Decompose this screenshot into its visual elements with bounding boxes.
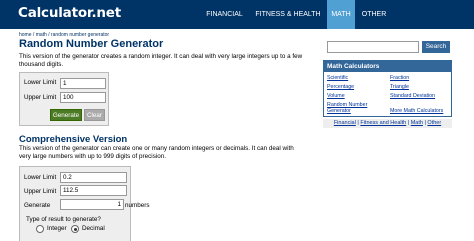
search-input[interactable] — [327, 41, 419, 53]
upper-limit-input[interactable]: 112.5 — [60, 185, 127, 196]
footer-link-financial[interactable]: Financial — [334, 120, 356, 126]
footer-link-math[interactable]: Math — [411, 120, 423, 126]
link-scientific[interactable]: Scientific — [327, 75, 348, 81]
link-generator[interactable]: Generator — [327, 108, 351, 114]
decimal-option-label[interactable]: Decimal — [82, 225, 105, 232]
generate-count-input[interactable]: 1 — [60, 199, 124, 210]
top-navigation-bar: Calculator.net FINANCIAL FITNESS & HEALT… — [0, 0, 474, 29]
link-more-math-calculators[interactable]: More Math Calculators — [390, 108, 443, 114]
decimal-radio[interactable] — [71, 225, 79, 233]
sidebar-category-links: Financial | Fitness and Health | Math | … — [323, 119, 452, 128]
nav-fitness-health[interactable]: FITNESS & HEALTH — [253, 0, 323, 29]
link-triangle[interactable]: Triangle — [390, 84, 409, 90]
generate-button[interactable]: Generate — [50, 109, 82, 121]
lower-limit-input[interactable]: 1 — [60, 78, 106, 89]
comprehensive-generator-panel: Lower Limit 0.2 Upper Limit 112.5 Genera… — [19, 166, 150, 241]
generate-count-label: Generate — [24, 202, 51, 209]
page-description: This version of the generator creates a … — [19, 53, 303, 69]
page-title: Random Number Generator — [19, 38, 164, 50]
clear-button[interactable]: Clear — [84, 109, 105, 121]
upper-limit-label: Upper Limit — [24, 94, 57, 101]
simple-generator-panel: Lower Limit 1 Upper Limit 100 Generate C… — [19, 72, 109, 126]
nav-math[interactable]: MATH — [327, 0, 355, 29]
link-volume[interactable]: Volume — [327, 93, 345, 99]
comprehensive-description: This version of the generator can create… — [19, 145, 294, 161]
footer-link-fitness-health[interactable]: Fitness and Health — [360, 120, 406, 126]
integer-option-label[interactable]: Integer — [47, 225, 67, 232]
footer-link-other[interactable]: Other — [427, 120, 441, 126]
integer-radio[interactable] — [36, 225, 44, 233]
search-button[interactable]: Search — [422, 41, 450, 53]
math-calculators-box: Math Calculators Scientific Percentage V… — [323, 60, 452, 117]
math-calculators-heading: Math Calculators — [324, 61, 451, 72]
upper-limit-input[interactable]: 100 — [60, 92, 106, 103]
numbers-label: numbers — [125, 202, 150, 209]
upper-limit-label: Upper Limit — [24, 188, 57, 195]
comprehensive-title: Comprehensive Version — [19, 134, 128, 145]
nav-financial[interactable]: FINANCIAL — [201, 0, 248, 29]
link-percentage[interactable]: Percentage — [327, 84, 354, 90]
nav-other[interactable]: OTHER — [359, 0, 389, 29]
lower-limit-label: Lower Limit — [24, 79, 57, 86]
site-logo[interactable]: Calculator.net — [18, 5, 121, 21]
link-fraction[interactable]: Fraction — [390, 75, 409, 81]
link-standard-deviation[interactable]: Standard Deviation — [390, 93, 435, 99]
lower-limit-input[interactable]: 0.2 — [60, 172, 127, 183]
result-type-question: Type of result to generate? — [26, 216, 101, 223]
lower-limit-label: Lower Limit — [24, 174, 57, 181]
